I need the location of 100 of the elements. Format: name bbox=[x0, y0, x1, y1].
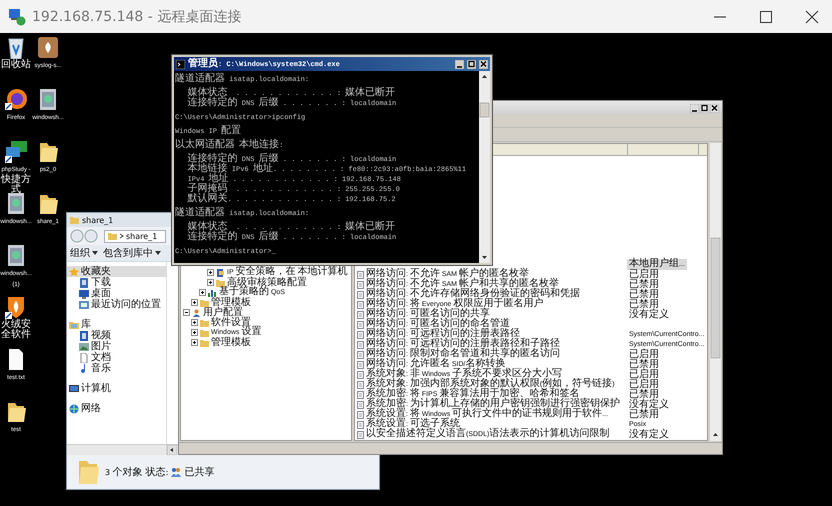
nav-item[interactable]: 文档 bbox=[67, 352, 166, 363]
bar-chart-icon bbox=[208, 288, 217, 297]
tree-item[interactable]: 管理模板 bbox=[211, 338, 251, 348]
nav-item[interactable]: 音乐 bbox=[67, 363, 166, 374]
package-icon[interactable] bbox=[37, 35, 59, 59]
computer-icon bbox=[69, 384, 79, 394]
tree-item[interactable]: 用户配置 bbox=[203, 308, 243, 318]
policy-setting[interactable]: 已禁用 bbox=[627, 280, 661, 290]
maximize-icon[interactable] bbox=[700, 104, 709, 113]
installer-icon[interactable] bbox=[5, 191, 27, 215]
icon-label[interactable]: 火绒安全软件 bbox=[0, 320, 32, 340]
policy-icon bbox=[357, 350, 364, 359]
status-label: 状态: bbox=[146, 466, 168, 478]
policy-icon bbox=[357, 300, 364, 309]
policy-setting[interactable]: 已禁用 bbox=[627, 360, 661, 370]
policy-setting[interactable]: 已禁用 bbox=[627, 410, 661, 420]
nav-item[interactable]: 视频 bbox=[67, 330, 166, 341]
star-icon bbox=[69, 266, 79, 276]
policy-icon bbox=[357, 280, 364, 289]
tree-item[interactable]: 高级审核策略配置 bbox=[227, 278, 307, 288]
installer-icon[interactable] bbox=[37, 87, 59, 111]
folder-icon bbox=[108, 232, 117, 240]
window-title: share_1 bbox=[82, 214, 114, 226]
shared-users-icon bbox=[171, 467, 182, 477]
policy-icon bbox=[357, 270, 364, 279]
remote-desktop-icon bbox=[8, 8, 26, 26]
expander-icon[interactable] bbox=[191, 299, 198, 306]
video-icon bbox=[79, 330, 89, 340]
policy-setting[interactable]: 没有定义 bbox=[627, 310, 671, 320]
expander-icon[interactable] bbox=[207, 279, 214, 286]
nav-item[interactable]: 最近访问的位置 bbox=[67, 299, 166, 310]
nav-item[interactable]: 下载 bbox=[67, 277, 166, 288]
policy-setting[interactable]: 已启用 bbox=[627, 370, 661, 380]
tree-item[interactable]: 管理模板 bbox=[211, 298, 251, 308]
policy-setting[interactable]: 已启用 bbox=[627, 270, 661, 280]
nav-item[interactable]: 计算机 bbox=[67, 383, 166, 394]
caret-icon bbox=[155, 251, 161, 255]
folder-icon bbox=[216, 278, 225, 287]
expander-icon[interactable] bbox=[191, 339, 198, 346]
picture-icon bbox=[79, 342, 89, 352]
maximize-icon[interactable] bbox=[467, 60, 476, 68]
toolbar-button[interactable]: 组织 bbox=[69, 248, 99, 258]
policy-setting[interactable]: 已启用 bbox=[627, 350, 661, 360]
nav-item[interactable]: 库 bbox=[67, 319, 166, 330]
network-icon bbox=[69, 404, 79, 414]
folder-icon bbox=[77, 458, 99, 486]
policy-setting[interactable]: 已禁用 bbox=[627, 300, 661, 310]
status-text: 3 个对象 bbox=[105, 466, 143, 478]
shield-icon[interactable] bbox=[5, 295, 27, 319]
policy-icon bbox=[357, 420, 364, 429]
monitor-icon[interactable] bbox=[5, 139, 27, 163]
nav-item[interactable]: 桌面 bbox=[67, 288, 166, 299]
desktop-icon bbox=[79, 288, 89, 298]
document-icon bbox=[79, 352, 89, 362]
vertical-scrollbar[interactable] bbox=[479, 71, 490, 263]
policy-icon bbox=[357, 400, 364, 409]
policy-setting[interactable]: 没有定义 bbox=[627, 400, 671, 410]
vertical-scrollbar[interactable] bbox=[710, 142, 721, 441]
toolbar-button[interactable]: 包含到库中 bbox=[102, 248, 162, 258]
nav-item[interactable]: 收藏夹 bbox=[67, 266, 166, 277]
address-field[interactable]: share_1 bbox=[104, 230, 166, 242]
nav-item[interactable]: 图片 bbox=[67, 341, 166, 352]
security-icon bbox=[216, 268, 225, 277]
policy-icon bbox=[357, 370, 364, 379]
policy-icon bbox=[357, 330, 364, 339]
policy-setting[interactable]: 已启用 bbox=[627, 380, 661, 390]
icon-label[interactable]: 回收站 bbox=[0, 60, 32, 70]
close-icon[interactable] bbox=[710, 104, 719, 113]
policy-icon bbox=[357, 320, 364, 329]
caret-icon bbox=[92, 251, 98, 255]
nav-item[interactable]: 网络 bbox=[67, 403, 166, 414]
recent-places-icon bbox=[79, 300, 89, 310]
user-icon bbox=[192, 308, 201, 317]
status-value: 已共享 bbox=[184, 466, 214, 478]
download-icon bbox=[79, 278, 89, 288]
expander-icon[interactable] bbox=[183, 309, 190, 316]
expander-icon[interactable] bbox=[191, 319, 198, 326]
policy-setting[interactable]: 没有定义 bbox=[627, 430, 671, 440]
folder-icon bbox=[200, 298, 209, 307]
browser-icon[interactable] bbox=[5, 87, 27, 111]
policy-icon bbox=[357, 410, 364, 419]
folder-icon bbox=[70, 216, 79, 224]
policy-icon bbox=[357, 390, 364, 399]
minimize-icon[interactable] bbox=[690, 104, 699, 113]
chevron-icon bbox=[119, 233, 124, 239]
window-title: 192.168.75.148 - 远程桌面连接 bbox=[32, 8, 242, 26]
policy-setting[interactable]: 已禁用 bbox=[627, 290, 661, 300]
expander-icon[interactable] bbox=[199, 289, 206, 296]
installer-icon[interactable] bbox=[5, 243, 27, 267]
policy-icon bbox=[357, 340, 364, 349]
console-icon bbox=[176, 60, 185, 68]
minimize-icon[interactable] bbox=[455, 60, 464, 68]
policy-icon bbox=[357, 290, 364, 299]
library-icon bbox=[69, 320, 79, 330]
policy-setting[interactable]: 已禁用 bbox=[627, 390, 661, 400]
policy-icon bbox=[357, 310, 364, 319]
expander-icon[interactable] bbox=[207, 269, 214, 276]
expander-icon[interactable] bbox=[191, 329, 198, 336]
close-icon[interactable] bbox=[479, 60, 488, 68]
policy-icon bbox=[357, 380, 364, 389]
